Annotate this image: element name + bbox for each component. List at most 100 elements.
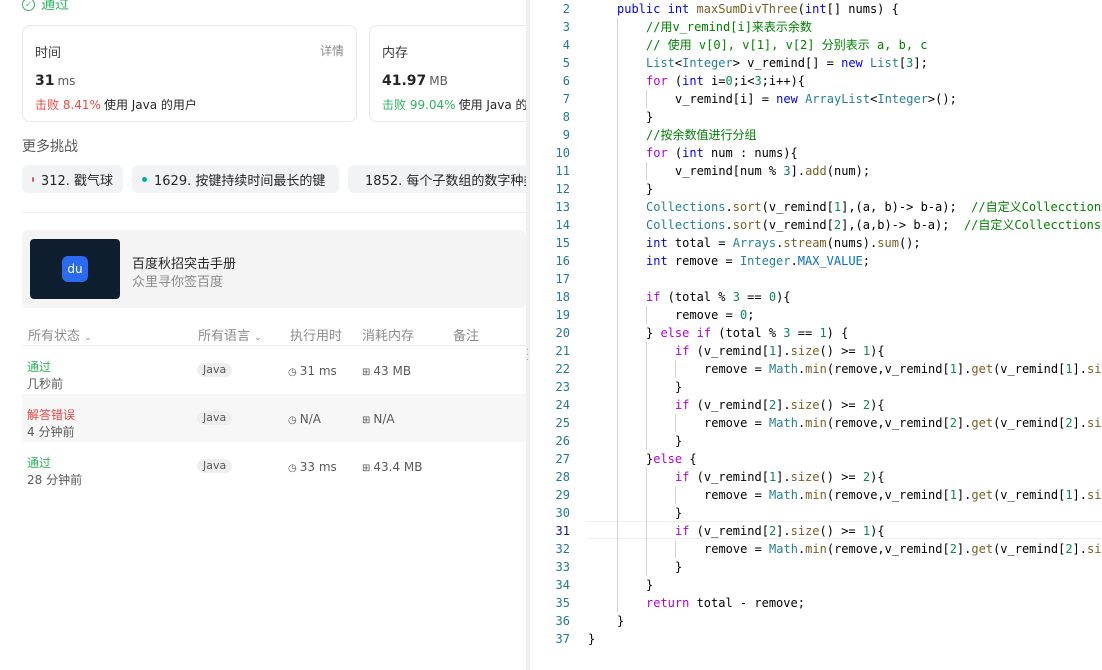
code-line[interactable]: v_remind[num % 3].add(num); — [675, 162, 870, 180]
code-line[interactable]: remove = Math.min(remove,v_remind[1].get… — [704, 486, 1102, 504]
code-line[interactable]: if (v_remind[1].size() >= 2){ — [675, 468, 885, 486]
code-line[interactable]: } — [675, 378, 682, 396]
filter-status-dropdown[interactable]: 所有状态 ⌄ — [28, 325, 92, 344]
line-number: 12 — [555, 182, 570, 196]
runtime-card: 时间 详情 31 ms 击败 8.41% 使用 Java 的用户 — [22, 25, 357, 122]
code-line[interactable]: } — [675, 504, 682, 522]
submission-runtime: ◷ 33 ms — [288, 460, 337, 474]
submission-time: 4 分钟前 — [27, 425, 75, 439]
filter-language-dropdown[interactable]: 所有语言 ⌄ — [198, 325, 262, 344]
line-number: 20 — [555, 326, 570, 340]
submission-time: 28 分钟前 — [27, 473, 83, 487]
code-line[interactable]: } — [646, 576, 653, 594]
runtime-value: 31 ms — [35, 73, 75, 89]
challenge-chip-label: 1629. 按键持续时间最长的键 — [154, 173, 326, 189]
filter-status-label: 所有状态 — [28, 329, 81, 344]
divider-line — [22, 212, 526, 213]
memory-card: 内存 41.97MB 击败 99.04%使用 Java 的用户 — [369, 25, 526, 122]
code-line[interactable]: } else if (total % 3 == 1) { — [646, 324, 848, 342]
code-line[interactable]: } — [588, 630, 595, 648]
code-line[interactable]: //用v_remind[i]来表示余数 — [646, 18, 812, 36]
line-number: 29 — [555, 488, 570, 502]
code-line[interactable]: } — [646, 108, 653, 126]
code-line[interactable]: if (v_remind[2].size() >= 2){ — [675, 396, 885, 414]
code-line[interactable]: // 使用 v[0], v[1], v[2] 分别表示 a, b, c — [646, 36, 928, 54]
line-number: 25 — [555, 416, 570, 430]
submission-memory-value: N/A — [373, 412, 395, 426]
line-number: 28 — [555, 470, 570, 484]
line-number: 14 — [555, 218, 570, 232]
challenge-chip-1629[interactable]: 1629. 按键持续时间最长的键 — [132, 165, 339, 193]
memory-number: 41.97 — [382, 73, 427, 89]
difficulty-dot-icon — [142, 176, 147, 182]
code-line[interactable]: //按余数值进行分组 — [646, 126, 756, 144]
submission-row[interactable]: 通过 28 分钟前 Java ◷ 33 ms ⊞ 43.4 MB — [22, 442, 526, 490]
runtime-beat-text: 使用 Java 的用户 — [103, 98, 197, 112]
code-line[interactable]: for (int i=0;i<3;i++){ — [646, 72, 805, 90]
check-circle-icon: ✓ — [22, 0, 35, 11]
code-line[interactable]: remove = Math.min(remove,v_remind[2].get… — [704, 540, 1102, 558]
banner-title: 百度秋招突击手册 — [132, 257, 237, 272]
code-line[interactable]: int total = Arrays.stream(nums).sum(); — [646, 234, 921, 252]
code-editor[interactable]: 2 public int maxSumDivThree(int[] nums) {… — [530, 0, 1102, 670]
code-line[interactable]: remove = 0; — [675, 306, 755, 324]
submission-status[interactable]: 解答错误 — [27, 406, 75, 423]
chevron-down-icon: ⌄ — [84, 333, 92, 343]
code-line[interactable]: remove = Math.min(remove,v_remind[2].get… — [704, 414, 1102, 432]
runtime-detail-link[interactable]: 详情 — [320, 42, 344, 59]
code-line[interactable]: Collections.sort(v_remind[1],(a, b)-> b-… — [646, 198, 1102, 216]
result-status-label: 通过 — [41, 0, 69, 13]
submission-runtime-value: 33 ms — [299, 460, 337, 474]
code-line[interactable]: }else { — [646, 450, 697, 468]
code-line[interactable]: int remove = Integer.MAX_VALUE; — [646, 252, 870, 270]
line-number: 33 — [555, 560, 570, 574]
line-number: 13 — [555, 200, 570, 214]
code-line[interactable]: if (v_remind[2].size() >= 1){ — [675, 522, 885, 540]
code-line[interactable]: for (int num : nums){ — [646, 144, 798, 162]
code-line[interactable]: if (total % 3 == 0){ — [646, 288, 791, 306]
code-line[interactable]: } — [617, 612, 624, 630]
submission-status[interactable]: 通过 — [27, 358, 51, 375]
challenge-chip-312[interactable]: 312. 戳气球 — [22, 165, 123, 193]
runtime-column-header: 执行用时 — [290, 329, 343, 344]
challenge-chip-label: 312. 戳气球 — [40, 173, 113, 189]
line-number: 18 — [555, 290, 570, 304]
line-number: 16 — [555, 254, 570, 268]
line-number: 15 — [555, 236, 570, 250]
line-number: 27 — [555, 452, 570, 466]
code-line[interactable]: Collections.sort(v_remind[2],(a,b)-> b-a… — [646, 216, 1102, 234]
code-line[interactable]: return total - remove; — [646, 594, 805, 612]
indent-guide — [617, 18, 618, 612]
submission-row[interactable]: 解答错误 4 分钟前 Java ◷ N/A ⊞ N/A — [22, 394, 526, 442]
challenge-chip-1852[interactable]: 1852. 每个子数组的数字种类数 — [348, 165, 526, 193]
submission-runtime: ◷ 31 ms — [288, 364, 337, 378]
code-line[interactable]: if (v_remind[1].size() >= 1){ — [675, 342, 885, 360]
indent-guide — [646, 162, 647, 180]
indent-guide — [646, 468, 647, 576]
line-number: 32 — [555, 542, 570, 556]
submission-memory-value: 43.4 MB — [373, 460, 423, 474]
line-number: 31 — [555, 524, 570, 538]
code-line[interactable]: v_remind[i] = new ArrayList<Integer>(); — [675, 90, 957, 108]
code-line[interactable]: } — [675, 558, 682, 576]
code-line[interactable]: } — [675, 432, 682, 450]
submission-panel: ✓ 通过 时间 详情 31 ms 击败 8.41% 使用 Java 的用户 内存 4… — [0, 0, 526, 670]
indent-guide — [675, 540, 676, 558]
indent-guide — [646, 90, 647, 108]
chevron-down-icon: ⌄ — [254, 333, 262, 343]
sponsored-banner[interactable]: du 百度秋招突击手册 众里寻你签百度 — [22, 230, 526, 308]
code-line[interactable]: List<Integer> v_remind[] = new List[3]; — [646, 54, 928, 72]
code-line[interactable]: public int maxSumDivThree(int[] nums) { — [617, 0, 899, 18]
banner-subtitle: 众里寻你签百度 — [132, 275, 224, 290]
code-line[interactable]: } — [646, 180, 653, 198]
runtime-unit: ms — [57, 74, 76, 88]
baidu-logo: du — [30, 239, 120, 299]
memory-beat-text: 使用 Java 的用户 — [458, 98, 526, 112]
line-number: 19 — [555, 308, 570, 322]
submission-status[interactable]: 通过 — [27, 454, 51, 471]
submission-runtime-value: N/A — [299, 412, 321, 426]
language-badge: Java — [197, 363, 233, 377]
line-number: 24 — [555, 398, 570, 412]
code-line[interactable]: remove = Math.min(remove,v_remind[1].get… — [704, 360, 1102, 378]
submission-row[interactable]: 通过 几秒前 Java ◷ 31 ms ⊞ 43 MB — [22, 346, 526, 394]
